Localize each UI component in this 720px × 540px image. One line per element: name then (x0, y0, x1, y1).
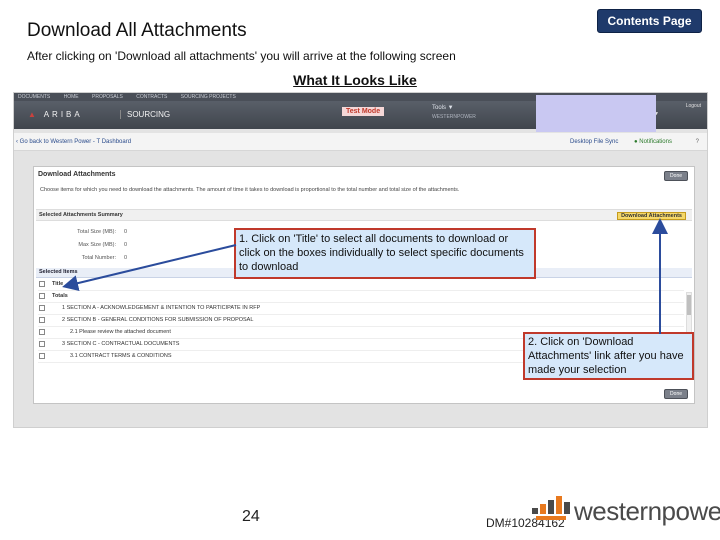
checkbox[interactable] (39, 281, 45, 287)
totals-row: Totals (38, 291, 684, 303)
checkbox[interactable] (39, 317, 45, 323)
western-power-logo: westernpower (530, 494, 720, 526)
download-attachments-link[interactable]: Download Attachments (617, 212, 686, 220)
title-select-all-row[interactable]: Title (38, 279, 684, 291)
done-button-top[interactable]: Done (664, 171, 688, 181)
back-to-dashboard-link[interactable]: ‹ Go back to Western Power - T Dashboard (16, 133, 131, 151)
slide-subtitle: After clicking on 'Download all attachme… (27, 49, 456, 63)
instructions-text: Choose items for which you need to downl… (40, 187, 460, 193)
panel-title: Download Attachments (38, 171, 116, 178)
attachments-summary-bar: Selected Attachments Summary Download At… (36, 209, 692, 221)
checkbox[interactable] (39, 305, 45, 311)
nav-item-documents[interactable]: DOCUMENTS (18, 94, 50, 100)
ariba-logo: ▲ ARIBA (28, 110, 83, 119)
logout-link[interactable]: Logout (686, 103, 701, 109)
slide-title: Download All Attachments (27, 20, 247, 41)
redacted-area (536, 95, 656, 132)
western-power-logo-icon (532, 496, 570, 520)
notifications-link[interactable]: ● Notifications (634, 133, 672, 151)
done-button-bottom[interactable]: Done (664, 389, 688, 399)
callout-step-1: 1. Click on 'Title' to select all docume… (234, 228, 536, 279)
table-row[interactable]: 2 SECTION B - GENERAL CONDITIONS FOR SUB… (38, 315, 684, 327)
desktop-file-sync-link[interactable]: Desktop File Sync (570, 133, 618, 151)
nav-item-sourcing-projects[interactable]: SOURCING PROJECTS (181, 94, 236, 100)
product-name: SOURCING (120, 110, 170, 119)
nav-item-proposals[interactable]: PROPOSALS (92, 94, 123, 100)
nav-item-contracts[interactable]: CONTRACTS (136, 94, 167, 100)
checkbox[interactable] (39, 329, 45, 335)
contents-page-button[interactable]: Contents Page (597, 9, 702, 33)
page-number: 24 (242, 508, 260, 525)
back-bar: ‹ Go back to Western Power - T Dashboard… (14, 133, 707, 151)
checkbox[interactable] (39, 353, 45, 359)
western-power-wordmark: westernpower (574, 496, 720, 526)
nav-item-home[interactable]: HOME (64, 94, 79, 100)
checkbox[interactable] (39, 341, 45, 347)
callout-step-2: 2. Click on 'Download Attachments' link … (523, 332, 694, 380)
summary-title: Selected Attachments Summary (39, 212, 123, 218)
test-mode-badge: Test Mode (342, 107, 385, 116)
tools-subtext: WESTERNPOWER (432, 114, 476, 120)
checkbox[interactable] (39, 293, 45, 299)
table-row[interactable]: 1 SECTION A - ACKNOWLEDGEMENT & INTENTIO… (38, 303, 684, 315)
stat-max-size: Max Size (MB): 0 (78, 242, 128, 248)
tools-menu[interactable]: Tools ▼ (432, 105, 454, 111)
scrollbar-thumb[interactable] (687, 295, 691, 315)
stat-total-size: Total Size (MB): 0 (77, 229, 128, 235)
stat-total-number: Total Number: 0 (81, 255, 128, 261)
help-icon[interactable]: ? (696, 133, 699, 151)
section-heading: What It Looks Like (293, 72, 417, 88)
